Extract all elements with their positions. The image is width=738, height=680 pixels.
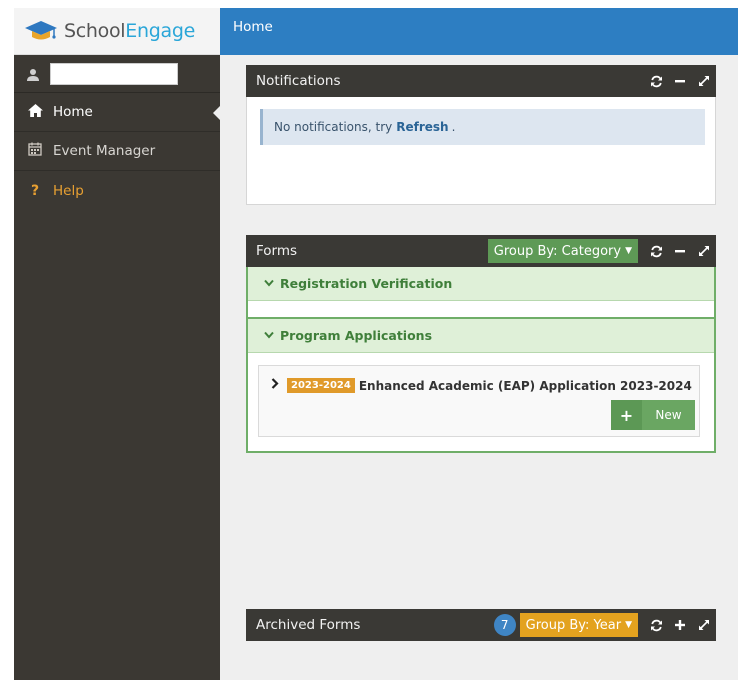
archived-forms-title: Archived Forms <box>256 617 361 633</box>
user-icon <box>26 67 40 81</box>
notifications-title: Notifications <box>256 73 341 89</box>
new-application-button[interactable]: + New <box>611 400 695 430</box>
sidebar-item-label: Event Manager <box>53 143 156 159</box>
user-name-field <box>50 62 178 85</box>
app-window: SchoolEngage Home Event Manager ? Help H… <box>14 8 738 680</box>
form-item-row[interactable]: 2023-2024 Enhanced Academic (EAP) Applic… <box>259 366 699 393</box>
sidebar-item-home[interactable]: Home <box>14 93 220 132</box>
brand-logo-area[interactable]: SchoolEngage <box>14 8 220 55</box>
group-by-year-button[interactable]: Group By: Year ▼ <box>519 613 638 637</box>
refresh-icon[interactable] <box>644 609 668 641</box>
expand-icon[interactable] <box>692 65 716 97</box>
form-item: 2023-2024 Enhanced Academic (EAP) Applic… <box>258 365 700 437</box>
topbar: Home <box>220 8 738 55</box>
sidebar-item-label: Help <box>53 182 84 199</box>
caret-down-icon: ▼ <box>625 246 632 256</box>
calendar-icon <box>26 142 44 160</box>
notification-alert: No notifications, try Refresh . <box>260 109 705 145</box>
graduation-cap-logo-icon <box>24 19 58 43</box>
notifications-body: No notifications, try Refresh . <box>246 97 716 205</box>
forms-title: Forms <box>256 243 298 259</box>
category-label: Registration Verification <box>280 276 453 291</box>
chevron-right-icon[interactable] <box>271 378 279 393</box>
sidebar: SchoolEngage Home Event Manager ? Help <box>14 8 220 680</box>
archived-count-badge: 7 <box>493 614 516 636</box>
notification-suffix: . <box>451 120 456 134</box>
caret-down-icon: ▼ <box>625 620 632 630</box>
archived-forms-header: Archived Forms 7 Group By: Year ▼ <box>246 609 716 641</box>
chevron-down-icon <box>264 277 274 290</box>
group-by-label: Group By: Year <box>525 617 622 633</box>
question-icon: ? <box>30 182 40 199</box>
expand-icon[interactable] <box>692 235 716 267</box>
plus-icon: + <box>611 400 642 430</box>
refresh-icon[interactable] <box>644 65 668 97</box>
group-by-category-button[interactable]: Group By: Category ▼ <box>487 239 638 263</box>
user-row[interactable] <box>14 55 220 93</box>
new-button-label: New <box>655 408 682 422</box>
archived-forms-widget: Archived Forms 7 Group By: Year ▼ <box>246 609 716 641</box>
form-list: 2023-2024 Enhanced Academic (EAP) Applic… <box>248 353 714 451</box>
notifications-widget: Notifications No notifications, try Refr… <box>246 65 716 205</box>
chevron-down-icon <box>264 329 274 342</box>
sidebar-item-event-manager[interactable]: Event Manager <box>14 132 220 171</box>
year-badge: 2023-2024 <box>287 378 355 393</box>
expand-icon[interactable] <box>692 609 716 641</box>
plus-icon[interactable] <box>668 609 692 641</box>
category-program-applications[interactable]: Program Applications <box>248 319 714 353</box>
forms-header: Forms Group By: Category ▼ <box>246 235 716 267</box>
brand-name: SchoolEngage <box>64 20 195 42</box>
sidebar-item-help[interactable]: ? Help <box>14 171 220 210</box>
minimize-icon[interactable] <box>668 235 692 267</box>
category-label: Program Applications <box>280 328 433 343</box>
forms-widget: Forms Group By: Category ▼ Registration … <box>246 235 716 453</box>
notifications-header: Notifications <box>246 65 716 97</box>
form-name: Enhanced Academic (EAP) Application 2023… <box>358 378 692 393</box>
home-icon <box>26 103 44 121</box>
category-registration-verification[interactable]: Registration Verification <box>248 267 714 301</box>
refresh-link[interactable]: Refresh <box>396 120 448 134</box>
page-title: Home <box>233 19 273 35</box>
minimize-icon[interactable] <box>668 65 692 97</box>
refresh-icon[interactable] <box>644 235 668 267</box>
category-empty-body <box>248 301 714 319</box>
forms-body: Registration Verification Program Applic… <box>246 267 716 453</box>
group-by-label: Group By: Category <box>493 243 622 259</box>
notification-message: No notifications, try <box>274 120 393 134</box>
sidebar-item-label: Home <box>53 104 93 120</box>
